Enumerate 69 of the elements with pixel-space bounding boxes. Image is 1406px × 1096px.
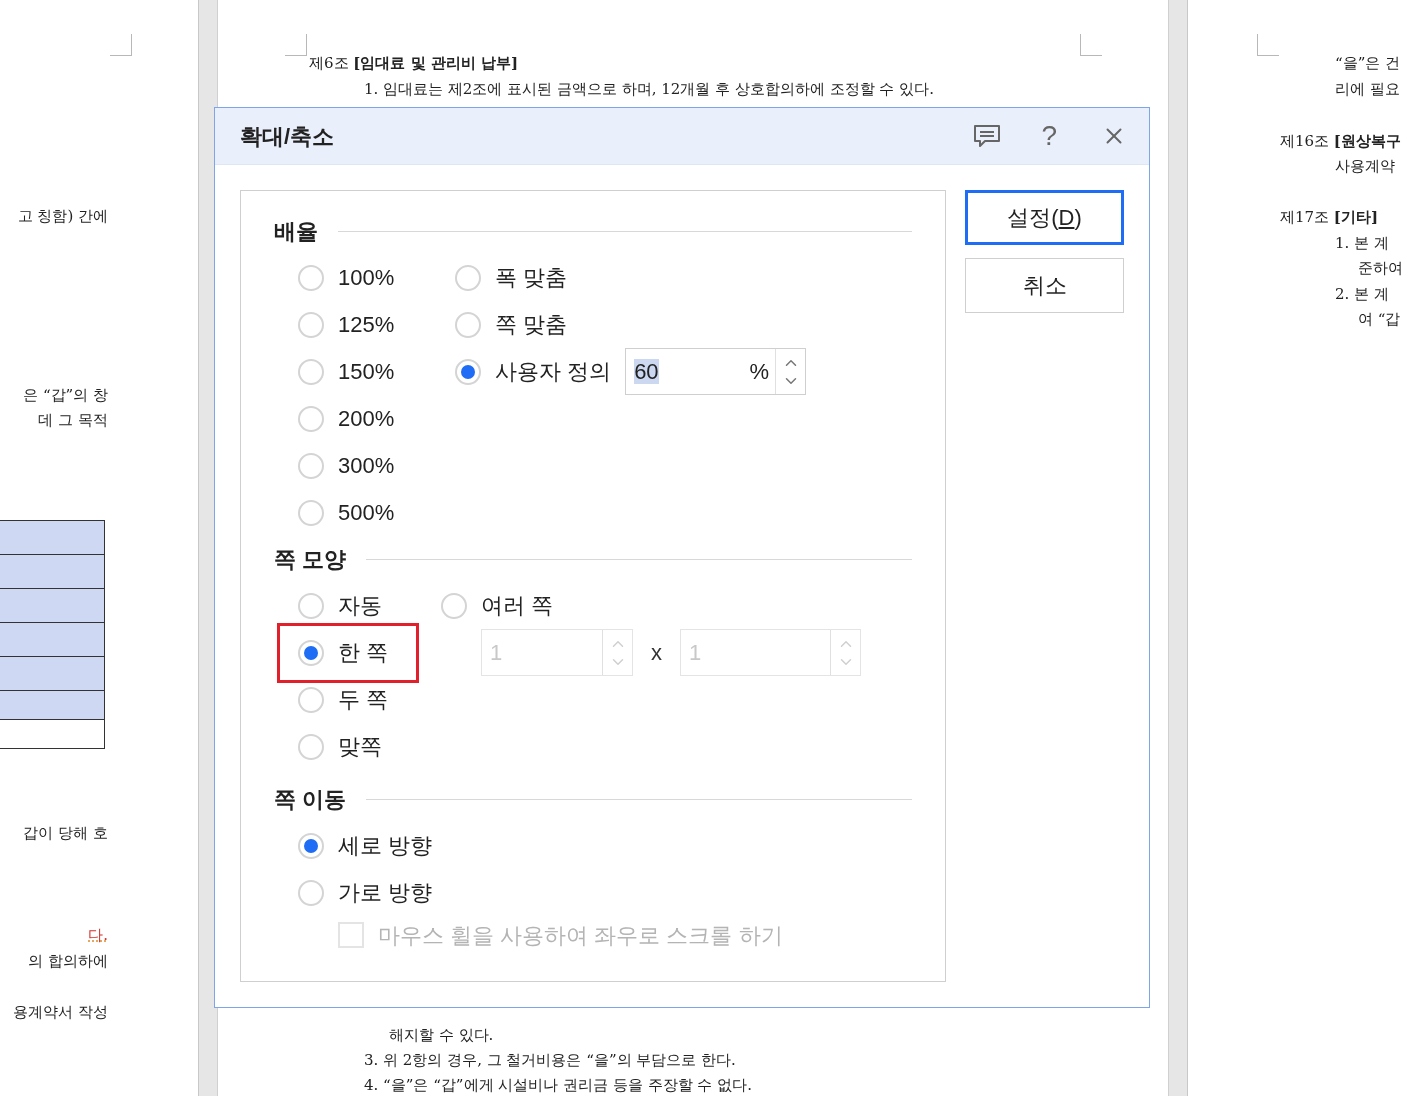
cancel-button[interactable]: 취소 bbox=[965, 258, 1124, 313]
section-heading: 쪽 이동 bbox=[274, 785, 347, 814]
radio-label: 300% bbox=[338, 452, 395, 480]
radio-label: 200% bbox=[338, 405, 395, 433]
document-text: 준하여 bbox=[1358, 258, 1403, 279]
radio-label: 쪽 맞춤 bbox=[495, 311, 568, 339]
radio-label: 맞쪽 bbox=[338, 733, 382, 761]
radio-label: 폭 맞춤 bbox=[495, 264, 568, 292]
ok-button[interactable]: 설정(D) bbox=[965, 190, 1124, 245]
radio-label: 두 쪽 bbox=[338, 686, 389, 714]
radio-button[interactable] bbox=[298, 733, 324, 760]
dialog-title: 확대/축소 bbox=[240, 122, 335, 151]
document-text: 제17조 [기타] bbox=[1280, 207, 1379, 228]
radio-label: 한 쪽 bbox=[338, 639, 389, 667]
radio-button[interactable] bbox=[298, 311, 324, 338]
document-text: 의 합의하에 bbox=[28, 951, 108, 971]
crop-mark bbox=[110, 34, 132, 56]
radio-button[interactable] bbox=[298, 879, 324, 906]
document-text: 4. “을”은 “갑”에게 시설비나 권리금 등을 주장할 수 없다. bbox=[364, 1075, 752, 1096]
radio-button[interactable] bbox=[455, 358, 481, 385]
radio-button[interactable] bbox=[455, 311, 481, 338]
document-text: 고 칭함) 간에 bbox=[17, 206, 108, 226]
radio-label: 세로 방향 bbox=[338, 832, 433, 860]
radio-button[interactable] bbox=[455, 264, 481, 291]
radio-button[interactable] bbox=[298, 452, 324, 479]
crop-mark bbox=[1257, 34, 1279, 56]
radio-button[interactable] bbox=[298, 358, 324, 385]
radio-label: 사용자 정의 bbox=[495, 358, 612, 386]
radio-label: 여러 쪽 bbox=[481, 592, 554, 620]
crop-mark bbox=[1080, 34, 1102, 56]
radio-button[interactable] bbox=[298, 405, 324, 432]
radio-label: 가로 방향 bbox=[338, 879, 433, 907]
section-heading: 배율 bbox=[274, 217, 318, 246]
radio-label: 125% bbox=[338, 311, 395, 339]
times-label: x bbox=[651, 639, 662, 667]
crop-mark bbox=[285, 34, 307, 56]
radio-label: 150% bbox=[338, 358, 395, 386]
document-text: 사용계약 bbox=[1335, 156, 1395, 177]
comment-icon[interactable] bbox=[973, 124, 1002, 148]
document-text: 해지할 수 있다. bbox=[389, 1025, 494, 1046]
radio-button[interactable] bbox=[298, 264, 324, 291]
document-text: 은 “갑”의 창 bbox=[23, 385, 108, 405]
radio-label: 100% bbox=[338, 264, 395, 292]
document-text: 여 “갑 bbox=[1358, 309, 1401, 330]
document-text: 3. 위 2항의 경우, 그 철거비용은 “을”의 부담으로 한다. bbox=[364, 1050, 736, 1071]
document-text: 1. 본 계 bbox=[1335, 233, 1389, 254]
radio-button[interactable] bbox=[298, 592, 324, 619]
document-text: 제16조 [원상복구 bbox=[1280, 131, 1401, 152]
document-text: 2. 본 계 bbox=[1335, 284, 1389, 305]
radio-label: 자동 bbox=[338, 592, 382, 620]
radio-button[interactable] bbox=[298, 686, 324, 713]
input-value: 60 bbox=[634, 359, 659, 384]
document-text: 제6조 [임대료 및 관리비 납부] bbox=[309, 53, 519, 74]
document-text: 1. 임대료는 제2조에 표시된 금액으로 하며, 12개월 후 상호합의하에 조정할 수 있다. bbox=[364, 79, 934, 100]
radio-button[interactable] bbox=[298, 639, 324, 666]
radio-label: 500% bbox=[338, 499, 395, 527]
unit-label: % bbox=[749, 358, 771, 386]
document-text: 다. bbox=[88, 925, 108, 945]
document-text: 리에 필요 bbox=[1335, 79, 1400, 100]
zoom-input[interactable]: 60 % bbox=[625, 348, 807, 395]
document-text: “을”은 건 bbox=[1335, 53, 1401, 74]
checkbox-label: 마우스 휠을 사용하여 좌우로 스크롤 하기 bbox=[378, 921, 783, 950]
section-heading: 쪽 모양 bbox=[274, 545, 347, 574]
document-text: 데 그 목적 bbox=[38, 410, 108, 430]
radio-button[interactable] bbox=[298, 832, 324, 859]
document-text: 용계약서 작성 bbox=[13, 1002, 108, 1022]
help-button[interactable]: ? bbox=[1041, 122, 1057, 150]
radio-button[interactable] bbox=[298, 499, 324, 526]
document-text: 갑이 당해 호 bbox=[23, 823, 108, 843]
